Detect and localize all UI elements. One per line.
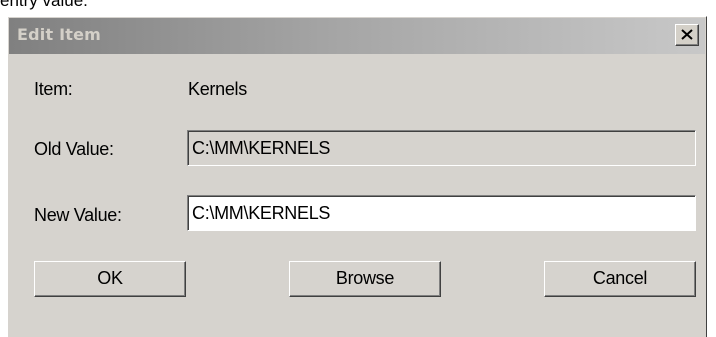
edit-item-dialog: Edit Item Item: Kernels Old Value: C:\MM…	[7, 16, 707, 337]
item-label: Item:	[34, 79, 73, 99]
cancel-button[interactable]: Cancel	[544, 261, 696, 297]
new-value-label: New Value:	[34, 205, 122, 225]
close-button[interactable]	[675, 24, 699, 46]
new-value-input[interactable]: C:\MM\KERNELS	[187, 195, 696, 231]
title-bar[interactable]: Edit Item	[9, 18, 705, 54]
browse-button[interactable]: Browse	[289, 261, 441, 297]
old-value-label: Old Value:	[34, 139, 114, 159]
dialog-title: Edit Item	[17, 25, 102, 44]
item-value: Kernels	[188, 79, 247, 99]
ok-button[interactable]: OK	[34, 261, 186, 297]
context-text-fragment: entry value.	[0, 0, 88, 10]
old-value-field: C:\MM\KERNELS	[187, 130, 696, 166]
close-x-icon	[681, 29, 693, 40]
